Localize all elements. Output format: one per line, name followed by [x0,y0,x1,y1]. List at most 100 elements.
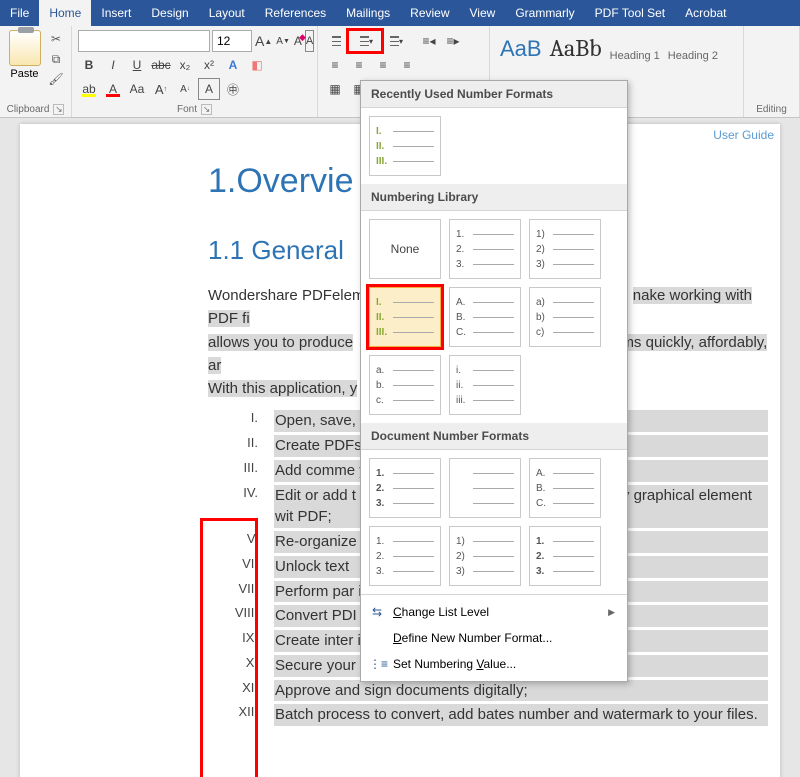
align-right-button[interactable]: ≡ [372,54,394,76]
increase-indent-button[interactable]: ≡▸ [442,30,464,52]
bullets-button[interactable] [324,30,346,52]
tab-file[interactable]: File [0,0,39,26]
dd-opt-abc-paren[interactable]: a) b) c) [529,287,601,347]
tab-view[interactable]: View [460,0,506,26]
dd-opt-none[interactable]: None [369,219,441,279]
set-value-icon: ⋮≡ [369,657,385,671]
strike-button[interactable]: abc [150,54,172,76]
change-level-icon: ⇆ [369,605,385,619]
paste-label: Paste [10,68,38,80]
editing-label: Editing [756,104,787,115]
dd-recent-header: Recently Used Number Formats [361,81,627,108]
dd-opt-ABC[interactable]: A. B. C. [449,287,521,347]
numbering-dropdown: Recently Used Number Formats I. II. III.… [360,80,628,682]
cut-button[interactable]: ✂ [47,30,65,48]
style-sample-1[interactable]: AaB [500,36,542,62]
dd-opt-roman-lower[interactable]: i. ii. iii. [449,355,521,415]
shrink-font-button[interactable]: A▼ [275,30,291,52]
tab-insert[interactable]: Insert [91,0,141,26]
font-launcher[interactable]: ↘ [201,104,212,115]
dd-doc-5[interactable]: 1) 2) 3) [449,526,521,586]
dd-doc-2[interactable] [449,458,521,518]
list-text: Batch process to convert, add bates numb… [274,704,768,726]
eraser-button[interactable]: ◧ [246,54,268,76]
copy-button[interactable]: ⧉ [47,50,65,68]
superscript-button[interactable]: x² [198,54,220,76]
italic-button[interactable]: I [102,54,124,76]
font-color-button[interactable]: A [102,78,124,100]
tab-layout[interactable]: Layout [199,0,255,26]
dd-opt-123dot[interactable]: 1. 2. 3. [449,219,521,279]
tab-grammarly[interactable]: Grammarly [505,0,584,26]
subscript-button[interactable]: x₂ [174,54,196,76]
clipboard-launcher[interactable]: ↘ [53,104,64,115]
shading-button[interactable]: ▦ [324,78,346,100]
dd-docfmts: 1. 2. 3. A. B. C. 1. 2. 3. 1) 2) [361,450,627,594]
user-guide-link: User Guide [713,128,774,142]
dd-doc-1[interactable]: 1. 2. 3. [369,458,441,518]
align-center-button[interactable]: ≡ [348,54,370,76]
phonetic-guide-button[interactable]: A [305,30,314,52]
list-number: IV. [208,485,274,500]
grow-font-button[interactable]: A▲ [254,30,273,52]
list-item: XII.Batch process to convert, add bates … [208,704,768,726]
paste-icon [9,30,41,66]
group-clipboard: Paste ✂ ⧉ 🖌 Clipboard ↘ [0,26,72,117]
font-label: Font [177,104,197,115]
tab-home[interactable]: Home [39,0,91,26]
highlight-numbers-box [200,518,258,777]
dd-doc-6[interactable]: 1. 2. 3. [529,526,601,586]
list-number: I. [208,410,274,425]
submenu-arrow-icon: ▶ [608,607,615,618]
tab-review[interactable]: Review [400,0,459,26]
set-numbering-value[interactable]: ⋮≡ Set Numbering Value... [361,651,627,677]
dd-doc-3[interactable]: A. B. C. [529,458,601,518]
dd-opt-roman-upper[interactable]: I. II. III. [369,287,441,347]
clipboard-label: Clipboard [7,104,50,115]
dd-opt-123paren[interactable]: 1) 2) 3) [529,219,601,279]
font-family-select[interactable] [78,30,210,52]
numbering-button[interactable]: ▾ [348,30,382,52]
list-number: II. [208,435,274,450]
shrink-font2-button[interactable]: A↓ [174,78,196,100]
align-left-button[interactable]: ≡ [324,54,346,76]
tab-mailings[interactable]: Mailings [336,0,400,26]
multilevel-button[interactable]: ▾ [384,30,406,52]
dd-opt-abc-dot[interactable]: a. b. c. [369,355,441,415]
font-size-select[interactable] [212,30,252,52]
dd-doc-header: Document Number Formats [361,423,627,450]
tab-references[interactable]: References [255,0,336,26]
enc-char-button[interactable]: ㊥ [222,78,244,100]
style-sample-2[interactable]: AaBb [550,34,602,62]
change-case-button[interactable]: Aa [126,78,148,100]
dd-library: None 1. 2. 3. 1) 2) 3) I. II. III. A. B.… [361,211,627,423]
clear-formatting-button[interactable]: A◆ [293,30,303,52]
style-heading2[interactable]: Heading 2 [668,50,718,62]
grow-font2-button[interactable]: A↑ [150,78,172,100]
group-font: A▲ A▼ A◆ A B I U abc x₂ x² A ◧ ab A Aa A… [72,26,318,117]
bold-button[interactable]: B [78,54,100,76]
list-number: III. [208,460,274,475]
text-effects-button[interactable]: A [222,54,244,76]
justify-button[interactable]: ≡ [396,54,418,76]
style-heading1[interactable]: Heading 1 [610,50,660,62]
dd-recent-roman[interactable]: I. II. III. [369,116,441,176]
ribbon: Paste ✂ ⧉ 🖌 Clipboard ↘ A▲ A▼ A◆ A B I [0,26,800,118]
menu-tabs: File Home Insert Design Layout Reference… [0,0,800,26]
dd-footer: ⇆ Change List Level ▶ Define New Number … [361,594,627,681]
tab-acrobat[interactable]: Acrobat [675,0,736,26]
dd-doc-4[interactable]: 1. 2. 3. [369,526,441,586]
highlight-button[interactable]: ab [78,78,100,100]
tab-pdftoolset[interactable]: PDF Tool Set [585,0,675,26]
char-border-button[interactable]: A [198,78,220,100]
list-text: Approve and sign documents digitally; [274,680,768,702]
group-editing: Editing [744,26,800,117]
format-painter-button[interactable]: 🖌 [47,70,65,88]
underline-button[interactable]: U [126,54,148,76]
dd-library-header: Numbering Library [361,184,627,211]
tab-design[interactable]: Design [141,0,198,26]
paste-button[interactable]: Paste [6,30,43,80]
define-new-format[interactable]: Define New Number Format... [361,625,627,651]
change-list-level[interactable]: ⇆ Change List Level ▶ [361,599,627,625]
decrease-indent-button[interactable]: ≡◂ [418,30,440,52]
